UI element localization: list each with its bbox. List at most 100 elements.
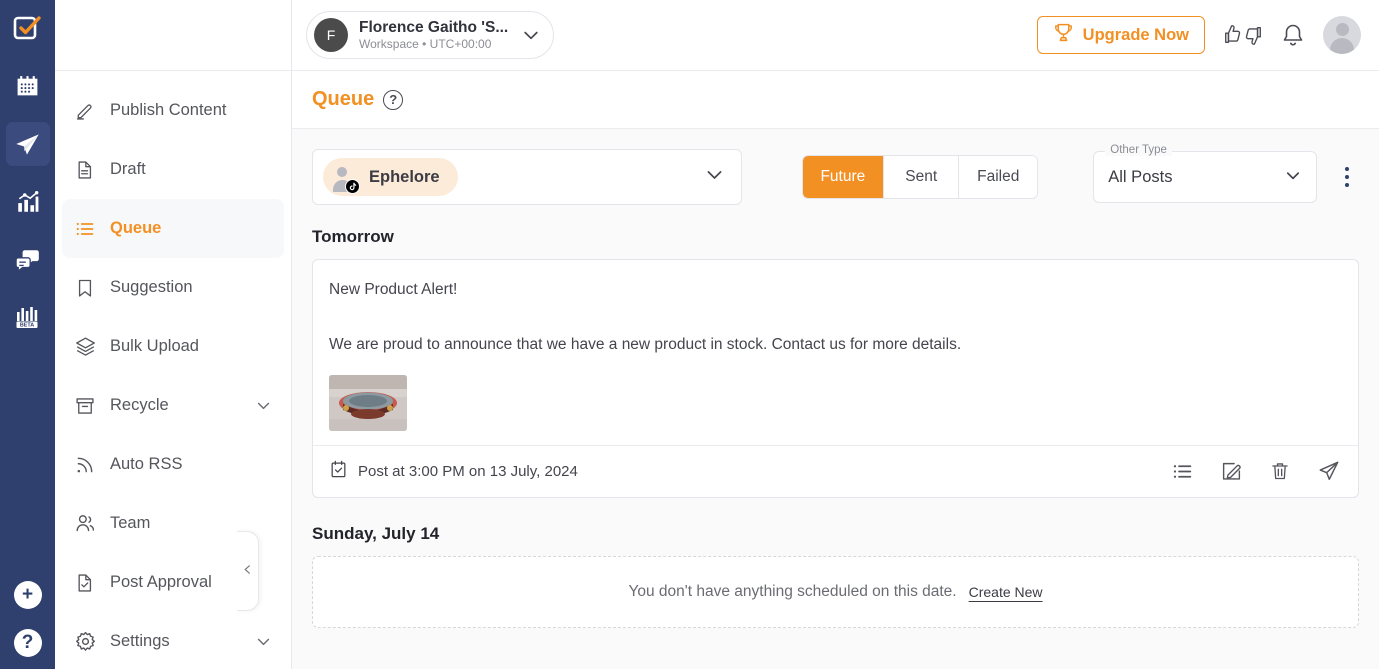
post-thumbnail[interactable] — [329, 375, 407, 431]
question-glyph: ? — [22, 633, 34, 652]
notification-bell-icon[interactable] — [1281, 23, 1305, 48]
empty-state-card: You don't have anything scheduled on thi… — [312, 556, 1359, 628]
list-icon — [74, 218, 96, 240]
filter-tab-sent[interactable]: Sent — [884, 156, 959, 198]
post-body: New Product Alert! We are proud to annou… — [313, 260, 1358, 445]
checkbox-check-logo-icon[interactable] — [13, 13, 43, 48]
sidebar-item-draft[interactable]: Draft — [62, 140, 284, 199]
question-mark-icon[interactable]: ? — [14, 629, 42, 657]
app-root: BETA + ? Publish Content — [0, 0, 1379, 669]
plus-icon[interactable]: + — [14, 581, 42, 609]
main-column: F Florence Gaitho 'S... Workspace • UTC+… — [292, 0, 1379, 669]
sidebar-item-publish-content[interactable]: Publish Content — [62, 81, 284, 140]
workspace-title: Florence Gaitho 'S... — [359, 19, 510, 37]
pencil-icon — [74, 100, 96, 122]
layers-icon — [74, 336, 96, 358]
page-header: Queue ? — [292, 71, 1379, 129]
top-bar: F Florence Gaitho 'S... Workspace • UTC+… — [292, 0, 1379, 71]
post-actions — [1172, 460, 1340, 482]
sidebar-item-label: Recycle — [110, 396, 241, 415]
bar-chart-beta-icon[interactable]: BETA — [6, 296, 50, 340]
upgrade-now-label: Upgrade Now — [1083, 26, 1189, 45]
chat-bubbles-icon[interactable] — [6, 238, 50, 282]
trash-icon[interactable] — [1270, 461, 1290, 481]
kebab-menu-icon[interactable] — [1335, 160, 1359, 194]
svg-text:BETA: BETA — [19, 323, 33, 329]
send-plane-icon[interactable] — [1318, 460, 1340, 482]
empty-state-text: You don't have anything scheduled on thi… — [628, 583, 956, 601]
help-glyph: ? — [389, 92, 397, 107]
sidebar-collapse-handle[interactable] — [237, 531, 259, 611]
post-schedule-text: Post at 3:00 PM on 13 July, 2024 — [358, 463, 578, 480]
queue-content: Ephelore Future Sent Failed Other Type A… — [292, 129, 1379, 669]
paper-plane-icon[interactable] — [6, 122, 50, 166]
sidebar-item-label: Suggestion — [110, 278, 272, 297]
question-circle-icon[interactable]: ? — [383, 90, 403, 110]
archive-box-icon — [74, 395, 96, 417]
left-icon-rail: BETA + ? — [0, 0, 55, 669]
post-type-value: All Posts — [1108, 168, 1172, 187]
upgrade-now-button[interactable]: Upgrade Now — [1037, 16, 1205, 54]
post-card[interactable]: New Product Alert! We are proud to annou… — [312, 259, 1359, 498]
document-icon — [74, 159, 96, 181]
sidebar-header-spacer — [55, 0, 291, 71]
post-schedule: Post at 3:00 PM on 13 July, 2024 — [329, 460, 578, 483]
chevron-down-icon[interactable] — [521, 25, 541, 45]
edit-pencil-icon[interactable] — [1221, 461, 1242, 482]
chevron-left-icon — [242, 563, 253, 579]
activity-log-icon[interactable] — [1172, 461, 1193, 482]
post-footer: Post at 3:00 PM on 13 July, 2024 — [313, 445, 1358, 497]
sidebar-item-label: Publish Content — [110, 101, 272, 120]
workspace-text: Florence Gaitho 'S... Workspace • UTC+00… — [359, 19, 510, 51]
tiktok-icon — [345, 179, 360, 194]
plus-glyph: + — [22, 585, 33, 604]
workspace-avatar-initial: F — [327, 27, 336, 43]
account-name: Ephelore — [369, 168, 440, 187]
sidebar-item-recycle[interactable]: Recycle — [62, 376, 284, 435]
account-chip: Ephelore — [323, 158, 458, 196]
trophy-icon — [1053, 22, 1074, 48]
account-avatar-wrapper — [327, 162, 357, 192]
post-type-label: Other Type — [1105, 144, 1172, 156]
post-type-select[interactable]: Other Type All Posts — [1093, 151, 1317, 203]
chevron-down-icon[interactable] — [255, 397, 272, 414]
day-label: Tomorrow — [312, 227, 1359, 247]
rss-icon — [74, 454, 96, 476]
chevron-down-icon[interactable] — [1284, 166, 1302, 189]
filter-tab-failed[interactable]: Failed — [959, 156, 1037, 198]
status-filter-group: Future Sent Failed — [802, 155, 1039, 199]
day-group-tomorrow: Tomorrow New Product Alert! We are proud… — [312, 227, 1359, 498]
filter-tab-future[interactable]: Future — [803, 156, 885, 198]
sidebar-item-suggestion[interactable]: Suggestion — [62, 258, 284, 317]
chevron-down-icon[interactable] — [255, 633, 272, 650]
document-check-icon — [74, 572, 96, 594]
sidebar-item-queue[interactable]: Queue — [62, 199, 284, 258]
post-text-line-1: New Product Alert! — [329, 278, 1342, 301]
sidebar-item-label: Bulk Upload — [110, 337, 272, 356]
workspace-selector[interactable]: F Florence Gaitho 'S... Workspace • UTC+… — [306, 11, 554, 59]
gear-icon — [74, 631, 96, 653]
bookmark-icon — [74, 277, 96, 299]
top-bar-actions: Upgrade Now — [1037, 16, 1361, 54]
day-label: Sunday, July 14 — [312, 524, 1359, 544]
sidebar-item-label: Settings — [110, 632, 241, 651]
sidebar-item-settings[interactable]: Settings — [62, 612, 284, 669]
sidebar-item-auto-rss[interactable]: Auto RSS — [62, 435, 284, 494]
user-avatar-icon[interactable] — [1323, 16, 1361, 54]
thumbs-up-down-icon[interactable] — [1223, 23, 1263, 47]
create-new-link[interactable]: Create New — [969, 584, 1043, 600]
workspace-avatar: F — [314, 18, 348, 52]
chevron-down-icon[interactable] — [704, 164, 725, 190]
day-group-sunday: Sunday, July 14 You don't have anything … — [312, 524, 1359, 628]
calendar-icon[interactable] — [6, 64, 50, 108]
account-selector[interactable]: Ephelore — [312, 149, 742, 205]
sidebar-item-bulk-upload[interactable]: Bulk Upload — [62, 317, 284, 376]
page-title: Queue — [312, 88, 374, 111]
sidebar-item-label: Draft — [110, 160, 272, 179]
sidebar-item-label: Auto RSS — [110, 455, 272, 474]
filter-toolbar: Ephelore Future Sent Failed Other Type A… — [312, 149, 1359, 205]
workspace-subtitle: Workspace • UTC+00:00 — [359, 37, 510, 51]
analytics-chart-icon[interactable] — [6, 180, 50, 224]
post-text-line-2: We are proud to announce that we have a … — [329, 333, 1342, 356]
rail-bottom-actions: + ? — [0, 581, 55, 657]
